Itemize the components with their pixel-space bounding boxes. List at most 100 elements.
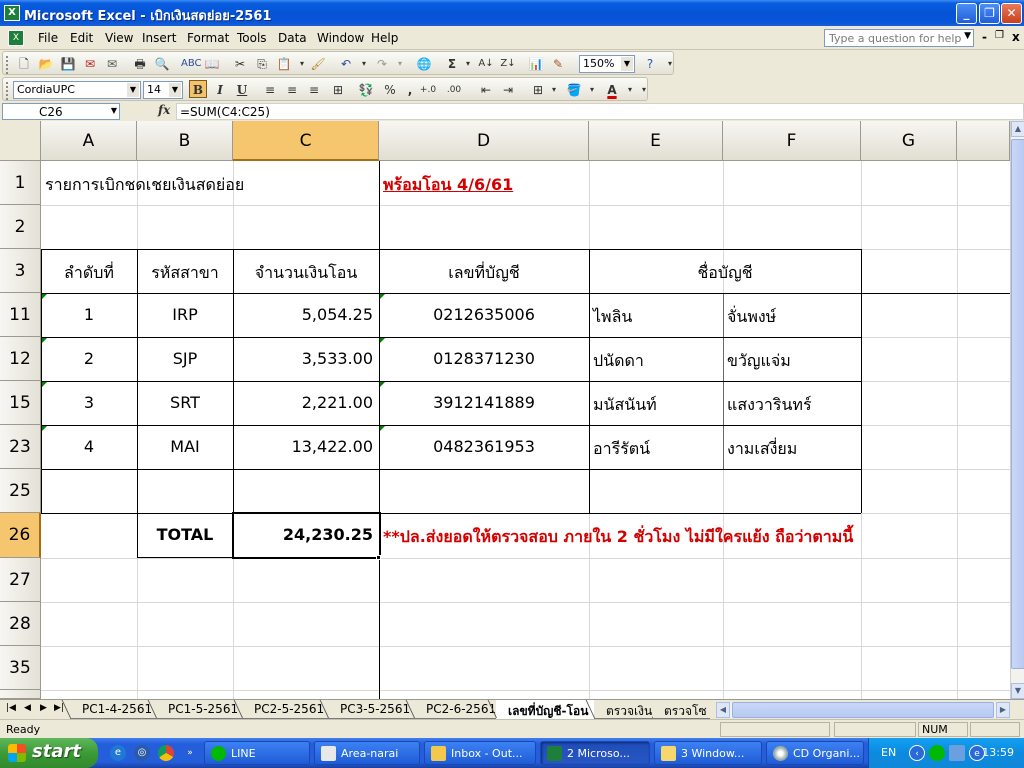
sheet-tab-pc3-5[interactable]: PC3-5-2561 [328, 700, 417, 719]
menu-tools[interactable]: Tools [237, 31, 267, 45]
language-indicator[interactable]: EN [881, 746, 896, 759]
formula-input[interactable]: =SUM(C4:C25) [176, 103, 1024, 120]
zoom-select[interactable]: 150% ▼ [579, 55, 635, 73]
row-header-35[interactable]: 35 [0, 646, 41, 690]
table-row-first-name[interactable]: มนัสนันท์ [593, 393, 657, 418]
table-row-branch[interactable]: IRP [137, 305, 233, 324]
row-header-partial[interactable] [0, 690, 41, 699]
table-row-branch[interactable]: SJP [137, 349, 233, 368]
worksheet-grid[interactable]: A B C D E F G 1 2 3 11 12 15 23 25 26 27… [0, 121, 1010, 699]
workbook-icon[interactable]: X [8, 30, 24, 46]
task-area-narai[interactable]: Area-narai [314, 741, 420, 765]
table-row-first-name[interactable]: อารีรัตน์ [593, 437, 650, 462]
menu-help[interactable]: Help [371, 31, 398, 45]
task-line[interactable]: LINE [204, 741, 310, 765]
table-row-account[interactable]: 0212635006 [379, 305, 589, 324]
email-icon[interactable]: ✉ [103, 55, 121, 73]
close-button[interactable]: ✕ [1001, 3, 1022, 24]
fill-dropdown-icon[interactable]: ▾ [583, 81, 601, 99]
row-header-3[interactable]: 3 [0, 249, 41, 293]
undo-dropdown-icon[interactable]: ▾ [355, 55, 373, 73]
drawing-icon[interactable]: ✎ [549, 55, 567, 73]
sheet-tab-check-money[interactable]: ตรวจเงิน [594, 700, 659, 719]
first-sheet-icon[interactable]: |◀ [6, 703, 16, 713]
font-size-select[interactable]: 14 ▼ [143, 81, 183, 99]
align-right-icon[interactable]: ≡ [305, 81, 323, 99]
decrease-decimal-button[interactable]: .00 [445, 81, 463, 99]
start-button[interactable]: start [0, 738, 98, 768]
doc-close-button[interactable]: x [1012, 30, 1020, 44]
row-header-15[interactable]: 15 [0, 381, 41, 425]
table-row-last-name[interactable]: แสงวารินทร์ [727, 393, 812, 418]
horizontal-scrollbar[interactable]: ◀ ▶ [716, 702, 1010, 718]
cell-e3-name-header[interactable]: ชื่อบัญชี [589, 261, 861, 286]
table-row-account[interactable]: 0482361953 [379, 437, 589, 456]
task-outlook[interactable]: Inbox - Out... [424, 741, 536, 765]
table-row-first-name[interactable]: ปนัดดา [593, 349, 644, 374]
column-header-f[interactable]: F [723, 121, 861, 161]
currency-icon[interactable]: 💱 [357, 81, 375, 99]
chrome-icon[interactable] [158, 745, 174, 761]
paste-icon[interactable]: 📋 [275, 55, 293, 73]
fill-handle[interactable] [376, 555, 381, 560]
cell-a3-seq-header[interactable]: ลำดับที่ [41, 261, 137, 286]
toolbar-options-icon[interactable]: ▾ [635, 81, 653, 99]
chevron-down-icon[interactable]: ▼ [111, 106, 117, 115]
decrease-indent-icon[interactable]: ⇤ [477, 81, 495, 99]
table-row-amount[interactable]: 5,054.25 [233, 305, 373, 324]
row-header-2[interactable]: 2 [0, 205, 41, 249]
align-center-icon[interactable]: ≡ [283, 81, 301, 99]
row-header-28[interactable]: 28 [0, 602, 41, 646]
last-sheet-icon[interactable]: ▶| [54, 703, 64, 713]
cell-d1-ready-note[interactable]: พร้อมโอน 4/6/61 [383, 173, 513, 198]
network-icon[interactable] [949, 745, 965, 761]
format-painter-icon[interactable]: 🖌 [309, 55, 327, 73]
sheet-tab-pc2-5[interactable]: PC2-5-2561 [242, 700, 331, 719]
vertical-scroll-thumb[interactable] [1011, 139, 1024, 669]
percent-button[interactable]: % [381, 81, 399, 99]
task-explorer[interactable]: 3 Window... [654, 741, 762, 765]
chart-wizard-icon[interactable]: 📊 [527, 55, 545, 73]
underline-button[interactable]: U [233, 81, 251, 99]
copy-icon[interactable]: ⎘ [253, 55, 271, 73]
table-row-amount[interactable]: 2,221.00 [233, 393, 373, 412]
spelling-icon[interactable]: ABC [181, 55, 202, 73]
row-header-23[interactable]: 23 [0, 425, 41, 469]
redo-icon[interactable]: ↷ [373, 55, 391, 73]
sort-descending-icon[interactable]: Z↓ [499, 55, 517, 73]
print-preview-icon[interactable]: 🔍 [153, 55, 171, 73]
minimize-button[interactable]: _ [956, 3, 977, 24]
cell-c3-amount-header[interactable]: จำนวนเงินโอน [233, 261, 379, 286]
toolbar-options-icon[interactable]: ▾ [661, 55, 679, 73]
print-icon[interactable]: 🖶 [131, 55, 149, 73]
sheet-tab-check-so[interactable]: ตรวจโซ [652, 700, 710, 719]
cell-d26-footnote[interactable]: **ปล.ส่งยอดให้ตรวจสอบ ภายใน 2 ชั่วโมง ไม… [383, 525, 853, 550]
cell-b3-branch-header[interactable]: รหัสสาขา [137, 261, 233, 286]
table-row-account[interactable]: 3912141889 [379, 393, 589, 412]
scroll-up-icon[interactable]: ▲ [1011, 121, 1024, 137]
scroll-right-icon[interactable]: ▶ [996, 702, 1010, 718]
menu-edit[interactable]: Edit [70, 31, 93, 45]
increase-decimal-button[interactable]: +.0 [419, 81, 437, 99]
column-header-b[interactable]: B [137, 121, 233, 161]
fill-color-icon[interactable]: 🪣 [565, 81, 583, 99]
table-row-last-name[interactable]: จั่นพงษ์ [727, 305, 776, 330]
row-header-11[interactable]: 11 [0, 293, 41, 337]
toolbar-grip[interactable] [6, 82, 9, 100]
table-row-seq[interactable]: 3 [41, 393, 137, 412]
menu-insert[interactable]: Insert [142, 31, 176, 45]
menu-file[interactable]: File [38, 31, 58, 45]
excel-icon[interactable]: X [4, 5, 20, 21]
column-header-h[interactable] [957, 121, 1010, 161]
sheet-tab-account-transfer[interactable]: เลขที่บัญชี-โอน [496, 700, 595, 719]
row-header-1[interactable]: 1 [0, 161, 41, 205]
row-header-25[interactable]: 25 [0, 469, 41, 513]
sort-ascending-icon[interactable]: A↓ [477, 55, 495, 73]
menu-view[interactable]: View [105, 31, 133, 45]
permission-icon[interactable]: ✉ [81, 55, 99, 73]
table-row-account[interactable]: 0128371230 [379, 349, 589, 368]
chevron-down-icon[interactable]: ▼ [127, 83, 139, 97]
tray-arrow-icon[interactable]: ‹ [909, 745, 925, 761]
more-quicklaunch-icon[interactable]: » [182, 745, 198, 761]
chevron-down-icon[interactable]: ▼ [169, 83, 181, 97]
